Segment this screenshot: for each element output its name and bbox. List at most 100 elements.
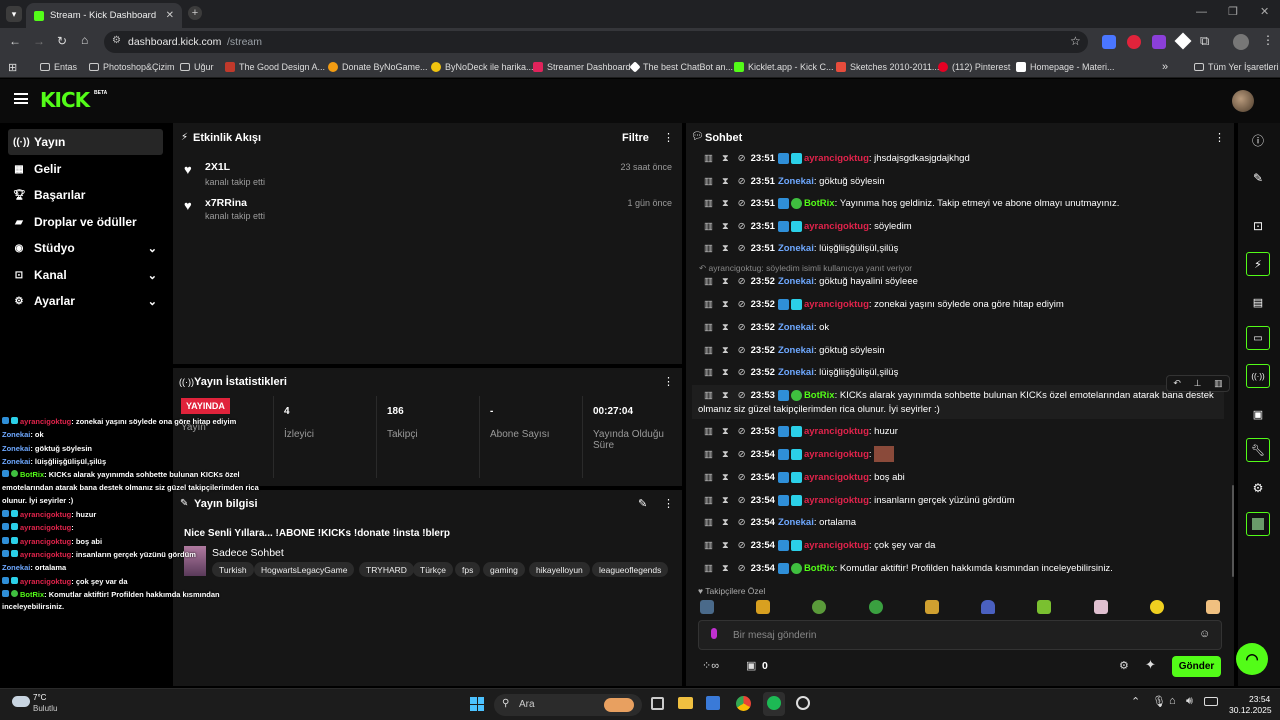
- bookmark-item[interactable]: The best ChatBot an...: [629, 56, 733, 78]
- delete-message-icon[interactable]: ▥: [704, 426, 713, 437]
- chat-toggle-icon[interactable]: ▭: [1246, 326, 1270, 350]
- info-icon[interactable]: ⓘ: [1246, 128, 1270, 152]
- chat-message[interactable]: ▥ ⧗ ⊘ 23:51 BotRix: Yayınıma hoş geldiniz. T…: [704, 192, 1119, 214]
- bookmark-item[interactable]: Homepage - Materi...: [1016, 56, 1115, 78]
- ban-icon[interactable]: ⊘: [738, 426, 746, 437]
- timeout-icon[interactable]: ⧗: [722, 472, 729, 483]
- browser-tab[interactable]: Stream - Kick Dashboard ✕: [26, 3, 182, 28]
- bookmark-item[interactable]: Kicklet.app - Kick C...: [734, 56, 834, 78]
- chat-message[interactable]: ▥ ⧗ ⊘ 23:54 Zonekai: ortalama: [704, 511, 856, 533]
- address-bar[interactable]: ⚙ dashboard.kick.com /stream ☆: [104, 31, 1088, 53]
- microphone-tray-icon[interactable]: 🎙︎: [1152, 695, 1166, 708]
- emote-icon[interactable]: [868, 600, 883, 614]
- tag[interactable]: HogwartsLegacyGame: [254, 562, 355, 577]
- emote-icon[interactable]: [1205, 600, 1220, 614]
- store-app-icon[interactable]: [706, 696, 720, 710]
- delete-message-icon[interactable]: ▥: [704, 176, 713, 187]
- ban-icon[interactable]: ⊘: [738, 221, 746, 232]
- message-username[interactable]: ayrancigoktug: [804, 540, 869, 551]
- extension-icon[interactable]: [1152, 35, 1166, 49]
- emote-icon[interactable]: [981, 600, 996, 614]
- emote-icon[interactable]: [812, 600, 827, 614]
- message-username[interactable]: Zonekai: [778, 176, 814, 187]
- chat-emote-icon[interactable]: ✦: [1145, 657, 1156, 673]
- browser-menu-icon[interactable]: ⋮: [1262, 33, 1274, 47]
- tag[interactable]: TRYHARD: [359, 562, 414, 577]
- chat-settings-icon[interactable]: ⚙: [1119, 659, 1129, 672]
- bookmark-star-icon[interactable]: ☆: [1070, 34, 1081, 48]
- bookmark-item[interactable]: ByNoDeck ile harika...: [431, 56, 534, 78]
- timeout-icon[interactable]: ⧗: [722, 221, 729, 232]
- more-options-icon[interactable]: ⋮: [663, 375, 674, 388]
- app-icon[interactable]: [796, 696, 810, 710]
- delete-message-icon[interactable]: ▥: [704, 449, 713, 460]
- chat-message[interactable]: ▥ ⧗ ⊘ 23:52 ayrancigoktug: zonekai yaşını sö…: [704, 293, 1064, 315]
- bookmark-item[interactable]: Entas: [40, 56, 77, 78]
- user-avatar[interactable]: [1232, 90, 1254, 112]
- emoji-icon[interactable]: ☺: [1199, 628, 1210, 640]
- close-window-icon[interactable]: ✕: [1260, 5, 1269, 18]
- home-icon[interactable]: ⌂: [81, 33, 88, 47]
- extension-icon[interactable]: [1127, 35, 1141, 49]
- timeout-icon[interactable]: ⧗: [722, 540, 729, 551]
- wrench-icon[interactable]: 🔧︎: [1246, 438, 1270, 462]
- ban-icon[interactable]: ⊘: [738, 563, 746, 574]
- more-bookmarks-icon[interactable]: »: [1162, 56, 1168, 78]
- support-headset-icon[interactable]: ◠: [1236, 643, 1268, 675]
- network-icon[interactable]: ⌂: [1169, 695, 1176, 707]
- delete-message-icon[interactable]: ▥: [704, 153, 713, 164]
- ban-icon[interactable]: ⊘: [738, 276, 746, 287]
- store-icon[interactable]: ▣: [746, 659, 756, 672]
- tray-overflow-icon[interactable]: ⌃: [1131, 695, 1140, 708]
- tab-search-icon[interactable]: ▾: [6, 6, 22, 22]
- apps-grid-icon[interactable]: ⊞: [8, 56, 17, 78]
- ban-icon[interactable]: ⊘: [738, 243, 746, 254]
- tag[interactable]: hikayelloyun: [529, 562, 590, 577]
- pencil-icon[interactable]: ✎: [1246, 166, 1270, 190]
- ban-icon[interactable]: ⊘: [738, 299, 746, 310]
- message-username[interactable]: BotRix: [804, 563, 835, 574]
- new-tab-icon[interactable]: +: [188, 6, 202, 20]
- message-username[interactable]: Zonekai: [778, 517, 814, 528]
- chat-message[interactable]: ▥ ⧗ ⊘ 23:51 ayrancigoktug: jhsdajsgdkasjgdaj…: [704, 147, 970, 169]
- delete-message-icon[interactable]: ▥: [704, 517, 713, 528]
- site-info-icon[interactable]: ⚙: [112, 35, 121, 46]
- weather-cloud-icon[interactable]: [12, 696, 30, 707]
- layout-icon[interactable]: ▣: [1246, 402, 1270, 426]
- sidebar-item-ayarlar[interactable]: ⚙ Ayarlar ⌄: [8, 288, 163, 314]
- battery-icon[interactable]: [1204, 697, 1218, 706]
- taskbar-search[interactable]: ⚲ Ara: [494, 694, 642, 716]
- bookmark-item[interactable]: Sketches 2010-2011...: [836, 56, 939, 78]
- chat-message[interactable]: ▥ ⧗ ⊘ 23:53 ayrancigoktug: huzur: [704, 420, 898, 442]
- timeout-icon[interactable]: ⧗: [722, 299, 729, 310]
- tag[interactable]: fps: [455, 562, 481, 577]
- chat-message[interactable]: ▥ ⧗ ⊘ 23:52 Zonekai: göktuğ söylesin: [704, 339, 885, 361]
- sidebar-item-basarilar[interactable]: 🏆︎ Başarılar: [8, 182, 163, 208]
- delete-message-icon[interactable]: ▥: [704, 322, 713, 333]
- chat-message[interactable]: ▥ ⧗ ⊘ 23:54 ayrancigoktug:: [704, 443, 895, 465]
- ban-icon[interactable]: ⊘: [738, 198, 746, 209]
- spotify-icon[interactable]: [767, 696, 781, 710]
- tag[interactable]: gaming: [483, 562, 525, 577]
- chat-message[interactable]: ▥ ⧗ ⊘ 23:51 Zonekai: lüişğliişğülişül,şilüş: [704, 237, 898, 259]
- emote-icon[interactable]: [924, 600, 939, 614]
- tag[interactable]: leagueoflegends: [592, 562, 669, 577]
- ban-icon[interactable]: ⊘: [738, 449, 746, 460]
- more-options-icon[interactable]: ⋮: [663, 497, 674, 510]
- message-username[interactable]: BotRix: [804, 198, 835, 209]
- chat-message[interactable]: ▥ ⧗ ⊘ 23:54 ayrancigoktug: çok şey var da: [704, 534, 935, 556]
- timeout-icon[interactable]: ⧗: [722, 322, 729, 333]
- task-view-icon[interactable]: [651, 697, 664, 710]
- message-username[interactable]: ayrancigoktug: [804, 472, 869, 483]
- message-username[interactable]: ayrancigoktug: [804, 221, 869, 232]
- hamburger-menu-icon[interactable]: [14, 93, 28, 104]
- timeout-icon[interactable]: ⧗: [722, 345, 729, 356]
- delete-message-icon[interactable]: ▥: [704, 299, 713, 310]
- message-username[interactable]: ayrancigoktug: [804, 299, 869, 310]
- filter-button[interactable]: Filtre: [622, 132, 649, 144]
- back-icon[interactable]: ←: [9, 34, 21, 48]
- screen-capture-icon[interactable]: ⊡: [1246, 214, 1270, 238]
- timeout-icon[interactable]: ⧗: [722, 198, 729, 209]
- chat-message[interactable]: ▥ ⧗ ⊘ 23:52 Zonekai: lüişğliişğülişül,şilüş: [704, 361, 898, 383]
- delete-message-icon[interactable]: ▥: [704, 540, 713, 551]
